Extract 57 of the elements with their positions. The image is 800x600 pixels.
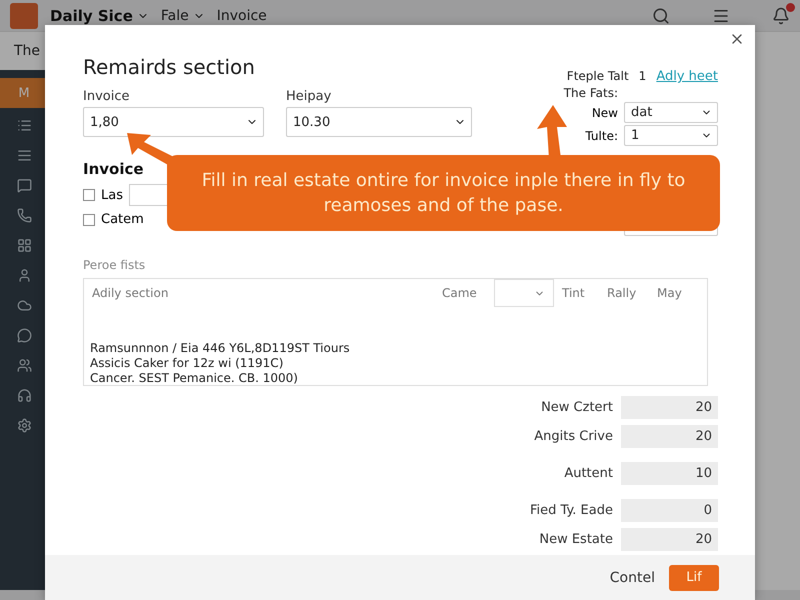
list-icon (16, 118, 32, 132)
table-cell-text: Assicis Caker for 12z wi (1191C) (90, 356, 284, 370)
headphones-icon (16, 388, 32, 402)
total-value: 20 (621, 528, 718, 551)
total-value: 20 (621, 396, 718, 419)
column-header: May (656, 285, 683, 302)
field-label: Invoice (83, 89, 130, 104)
total-label: Auttent (564, 466, 613, 481)
nav-menu-item[interactable]: Fale (160, 8, 205, 24)
site-menu[interactable]: Daily Sice (50, 6, 149, 24)
checkbox-label: Catem (101, 212, 144, 227)
column-header: Rally (606, 285, 638, 302)
search-icon[interactable] (652, 6, 670, 24)
total-label: Angits Crive (534, 429, 613, 444)
dialog-title: Remairds section (83, 55, 256, 79)
checkbox-label: Las (101, 188, 123, 202)
cancel-button[interactable]: Contel (610, 570, 655, 586)
select-field[interactable]: 1 (624, 125, 718, 146)
user-icon (16, 268, 32, 282)
total-label: New Cztert (541, 400, 613, 415)
hint-tooltip: Fill in real estate ontire for invoice inple there in fly to reamoses and of the pase. (167, 155, 720, 231)
field-label: New (592, 106, 618, 120)
app-logo (10, 2, 38, 28)
total-label: Fied Ty. Eade (530, 503, 613, 518)
total-value: 0 (621, 499, 718, 522)
column-header: Tint (561, 285, 586, 302)
column-header: Adily section (91, 285, 170, 302)
page-heading: The (14, 43, 40, 59)
section-label: The Fats: (564, 86, 618, 100)
checkbox[interactable] (83, 214, 95, 226)
field-label: Heipay (286, 89, 332, 104)
column-header: Came (441, 285, 478, 302)
table-cell-text: Ramsunnnon / Eia 446 Y6L,8D119ST Tiours (90, 341, 351, 355)
people-icon (16, 358, 32, 372)
total-label: New Estate (539, 532, 613, 547)
select-field[interactable]: 10.30 (286, 107, 472, 137)
chat-icon (16, 328, 32, 342)
nav-menu-item[interactable]: Invoice (216, 8, 267, 24)
select-field[interactable]: dat (624, 102, 718, 123)
cloud-icon (16, 298, 32, 312)
section-caption: Peroe fists (83, 258, 146, 272)
message-icon (16, 178, 32, 192)
count-text: 1 (638, 69, 646, 83)
checkbox[interactable] (83, 189, 95, 201)
grid-icon (16, 238, 32, 252)
table-cell-text: Cancer. SEST Pemanice. CB. 1000) (90, 371, 299, 385)
phone-icon (16, 208, 32, 222)
notification-dot (786, 2, 795, 12)
field-label: Fteple Talt (566, 69, 629, 83)
settings-icon (16, 418, 32, 432)
menu-icon (16, 148, 32, 162)
bell-icon[interactable] (772, 6, 790, 24)
select-field[interactable]: 1,80 (83, 107, 264, 137)
field-label: Tulte: (585, 128, 618, 142)
total-value: 10 (621, 462, 718, 485)
total-value: 20 (621, 425, 718, 448)
section-heading: Invoice (83, 160, 145, 178)
